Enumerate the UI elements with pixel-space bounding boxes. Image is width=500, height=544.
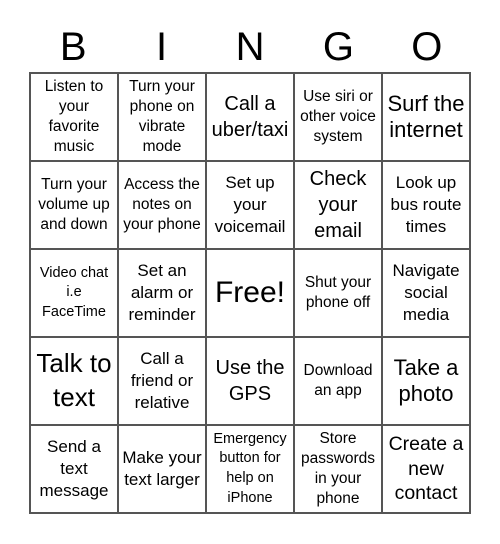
cell-text: Set an alarm or reminder [128,260,196,325]
header-letter-g: G [322,25,354,69]
cell-text: Look up bus route times [390,172,462,237]
cell-text: Emergency button for help on iPhone [213,430,287,506]
cell-text: Check your email [309,168,367,242]
bingo-cell[interactable]: Shut your phone off [294,249,382,337]
bingo-cell[interactable]: Set an alarm or reminder [118,249,206,337]
bingo-cell[interactable]: Call a uber/taxi [206,73,294,161]
cell-text: Send a text message [39,436,109,501]
cell-text: Talk to text [36,348,112,412]
cell-text: Make your text larger [122,447,202,489]
cell-text: Use siri or other voice system [300,87,376,146]
cell-text: Take a photo [393,354,459,406]
cell-text: Listen to your favorite music [44,77,104,156]
bingo-cell[interactable]: Navigate social media [382,249,470,337]
cell-text: Video chat i.e FaceTime [39,264,109,320]
free-space-text: Free! [214,276,286,310]
bingo-cell[interactable]: Take a photo [382,337,470,425]
cell-text: Call a uber/taxi [211,93,289,141]
bingo-cell[interactable]: Video chat i.e FaceTime [30,249,118,337]
bingo-cell[interactable]: Use siri or other voice system [294,73,382,161]
cell-text: Access the notes on your phone [123,175,201,234]
bingo-header: B I N G O [29,22,471,72]
cell-text: Turn your volume up and down [38,175,110,234]
bingo-cell[interactable]: Download an app [294,337,382,425]
bingo-cell[interactable]: Look up bus route times [382,161,470,249]
bingo-cell[interactable]: Create a new contact [382,425,470,513]
bingo-cell[interactable]: Listen to your favorite music [30,73,118,161]
bingo-cell[interactable]: Use the GPS [206,337,294,425]
cell-text: Use the GPS [215,357,285,405]
header-letter-o: O [411,25,443,69]
cell-text: Call a friend or relative [130,348,194,413]
free-space-cell[interactable]: Free! [206,249,294,337]
cell-text: Navigate social media [392,260,460,325]
cell-text: Set up your voicemail [214,172,286,237]
cell-text: Download an app [303,361,373,399]
header-letter-b: B [59,25,87,69]
cell-text: Store passwords in your phone [300,429,376,508]
bingo-cell[interactable]: Turn your volume up and down [30,161,118,249]
bingo-cell[interactable]: Check your email [294,161,382,249]
bingo-cell[interactable]: Talk to text [30,337,118,425]
bingo-cell[interactable]: Send a text message [30,425,118,513]
cell-text: Create a new contact [388,433,464,505]
bingo-cell[interactable]: Surf the internet [382,73,470,161]
bingo-cell[interactable]: Access the notes on your phone [118,161,206,249]
bingo-cell[interactable]: Set up your voicemail [206,161,294,249]
bingo-grid: Listen to your favorite music Turn your … [29,72,471,514]
header-letter-i: I [156,25,168,69]
bingo-cell[interactable]: Call a friend or relative [118,337,206,425]
bingo-cell[interactable]: Turn your phone on vibrate mode [118,73,206,161]
bingo-cell[interactable]: Store passwords in your phone [294,425,382,513]
cell-text: Surf the internet [387,90,465,142]
bingo-cell[interactable]: Emergency button for help on iPhone [206,425,294,513]
header-letter-n: N [235,25,265,69]
cell-text: Shut your phone off [304,273,372,311]
cell-text: Turn your phone on vibrate mode [129,77,195,156]
bingo-cell[interactable]: Make your text larger [118,425,206,513]
